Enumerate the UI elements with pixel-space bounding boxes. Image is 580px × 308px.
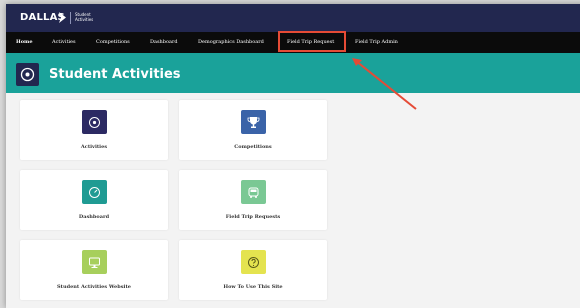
card-tile xyxy=(241,250,266,274)
info-icon xyxy=(20,67,35,82)
card-field-trip-requests[interactable]: Field Trip Requests xyxy=(179,170,327,230)
card-label: Competitions xyxy=(234,144,272,150)
card-label: Activities xyxy=(80,144,108,150)
monitor-icon xyxy=(89,257,100,268)
bus-icon xyxy=(248,187,259,198)
logo-subtitle: Student Activities xyxy=(75,12,93,22)
highlight-box xyxy=(278,31,346,52)
gauge-icon xyxy=(89,187,100,198)
page-title: Student Activities xyxy=(49,67,181,82)
card-tile xyxy=(82,250,107,274)
logo-divider xyxy=(70,12,71,24)
card-label: Dashboard xyxy=(78,214,110,220)
nav-demographics-dashboard[interactable]: Demographics Dashboard xyxy=(198,32,264,53)
brand-bar: DALLAS Student Activities xyxy=(6,4,580,32)
header-badge xyxy=(16,63,39,86)
trophy-icon xyxy=(247,117,260,128)
card-competitions[interactable]: Competitions xyxy=(179,100,327,160)
logo-subtitle-line2: Activities xyxy=(75,17,94,22)
nav-activities[interactable]: Activities xyxy=(52,32,76,53)
card-tile xyxy=(82,110,107,134)
app-window: DALLAS Student Activities Home Activitie… xyxy=(6,4,580,308)
card-activities[interactable]: Activities xyxy=(20,100,168,160)
card-dashboard[interactable]: Dashboard xyxy=(20,170,168,230)
question-icon xyxy=(248,257,259,268)
info-icon xyxy=(89,117,100,128)
card-label: Student Activities Website xyxy=(57,284,131,290)
card-tile xyxy=(241,110,266,134)
card-how-to-use-this-site[interactable]: How To Use This Site xyxy=(179,240,327,300)
card-student-activities-website[interactable]: Student Activities Website xyxy=(20,240,168,300)
logo-mark-icon xyxy=(59,12,66,23)
nav-home[interactable]: Home xyxy=(16,32,33,53)
card-label: Field Trip Requests xyxy=(225,214,281,220)
nav-competitions[interactable]: Competitions xyxy=(96,32,130,53)
card-tile xyxy=(82,180,107,204)
nav-dashboard[interactable]: Dashboard xyxy=(150,32,178,53)
annotation-arrow-icon xyxy=(352,58,417,110)
card-label: How To Use This Site xyxy=(223,284,283,290)
page-header-banner: Student Activities xyxy=(6,53,580,93)
nav-field-trip-admin[interactable]: Field Trip Admin xyxy=(355,32,398,53)
card-tile xyxy=(241,180,266,204)
